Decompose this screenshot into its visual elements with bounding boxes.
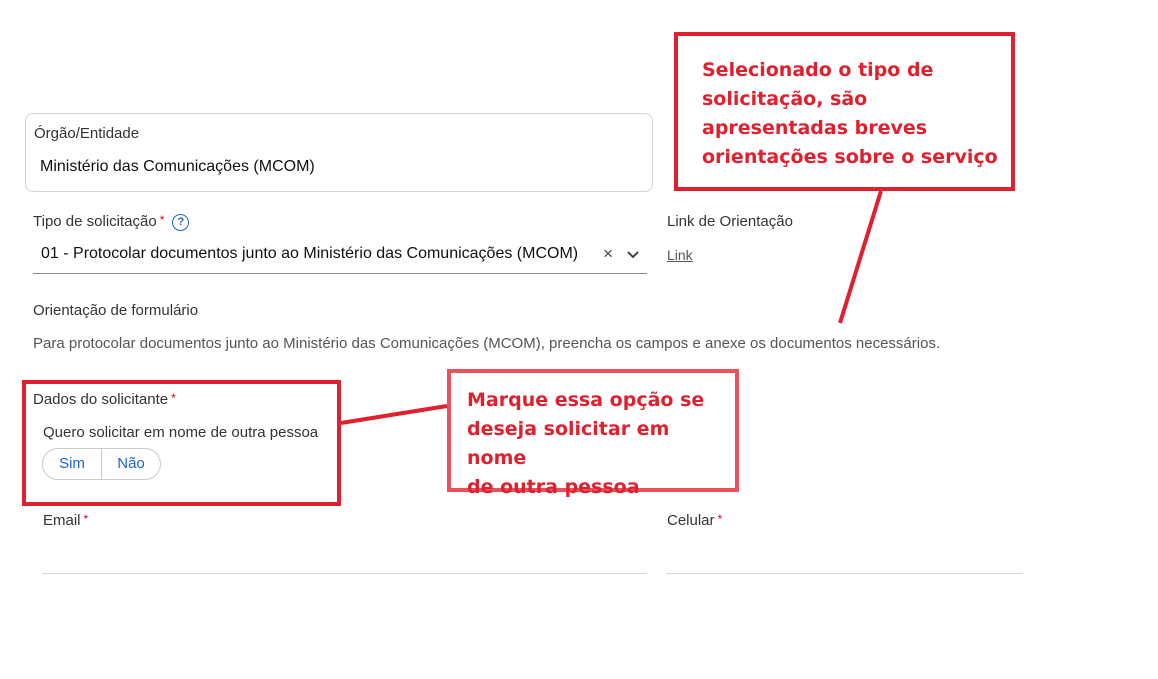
request-type-label: Tipo de solicitação *?: [33, 213, 190, 231]
org-entity-label: Órgão/Entidade: [34, 125, 140, 142]
org-entity-value: Ministério das Comunicações (MCOM): [40, 158, 315, 175]
orientation-link-label: Link de Orientação: [667, 213, 793, 230]
org-entity-field: Órgão/Entidade Ministério das Comunicaçõ…: [25, 113, 653, 192]
annotation-line: Selecionado o tipo de: [702, 59, 934, 81]
email-label-text: Email: [43, 512, 81, 529]
required-mark: *: [717, 512, 723, 526]
orientation-link[interactable]: Link: [667, 247, 693, 263]
annotation-text-top: Selecionado o tipo de solicitação, são a…: [702, 56, 998, 172]
phone-label: Celular *: [667, 512, 722, 529]
phone-field[interactable]: [666, 573, 1023, 574]
email-label: Email *: [43, 512, 88, 529]
request-type-select[interactable]: 01 - Protocolar documentos junto ao Mini…: [33, 236, 647, 274]
annotation-line: de outra pessoa: [467, 476, 640, 498]
help-circle-icon[interactable]: ?: [172, 213, 190, 231]
form-orientation-label: Orientação de formulário: [33, 302, 199, 319]
annotation-line: deseja solicitar em nome: [467, 418, 670, 469]
chevron-down-icon[interactable]: [625, 246, 641, 262]
phone-label-text: Celular: [667, 512, 715, 529]
request-type-label-text: Tipo de solicitação: [33, 213, 157, 230]
annotation-text-middle: Marque essa opção se deseja solicitar em…: [467, 386, 735, 502]
clear-icon[interactable]: ×: [603, 244, 613, 264]
form-orientation-text: Para protocolar documentos junto ao Mini…: [33, 335, 941, 352]
annotation-box-middle: Marque essa opção se deseja solicitar em…: [447, 369, 739, 498]
email-field[interactable]: [42, 573, 647, 574]
annotation-box-requester: [22, 380, 341, 506]
annotation-box-top: Selecionado o tipo de solicitação, são a…: [674, 32, 1015, 191]
required-mark: *: [159, 213, 165, 227]
required-mark: *: [83, 512, 89, 526]
annotation-line: orientações sobre o serviço: [702, 146, 998, 168]
annotation-line: Marque essa opção se: [467, 389, 705, 411]
request-type-value: 01 - Protocolar documentos junto ao Mini…: [41, 245, 579, 262]
annotation-arrow-top: [838, 190, 883, 324]
annotation-arrow-middle: [340, 404, 448, 425]
annotation-line: apresentadas breves: [702, 117, 928, 139]
annotation-line: solicitação, são: [702, 88, 868, 110]
